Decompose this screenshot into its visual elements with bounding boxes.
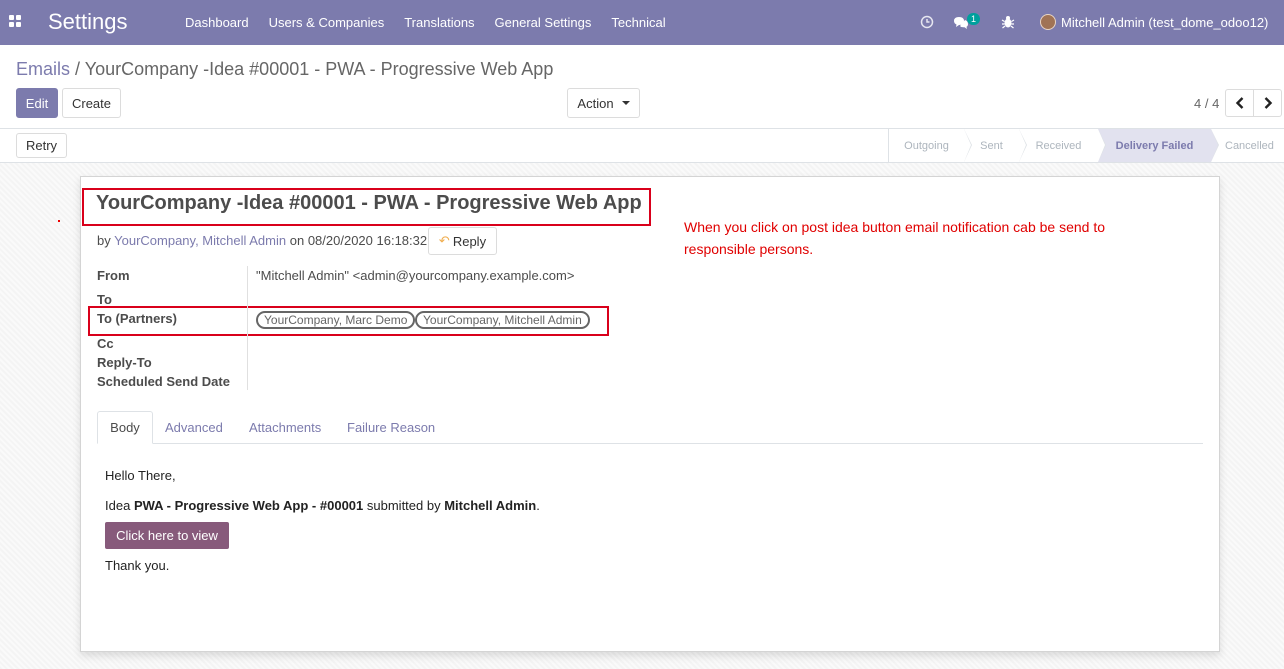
idea-separator: -: [311, 498, 317, 513]
top-navbar: Settings Dashboard Users & Companies Tra…: [0, 0, 1284, 45]
mail-subject: YourCompany -Idea #00001 - PWA - Progres…: [96, 192, 642, 214]
stage-sent[interactable]: Sent: [964, 129, 1027, 162]
pager-next-button[interactable]: [1253, 89, 1282, 117]
action-label: Action: [577, 95, 614, 111]
from-value: "Mitchell Admin" <admin@yourcompany.exam…: [256, 268, 575, 283]
status-stages: Outgoing Sent Received Delivery Failed C…: [888, 128, 1281, 163]
tab-failure-reason[interactable]: Failure Reason: [347, 411, 435, 444]
tab-body[interactable]: Body: [97, 411, 153, 444]
reply-icon: ↶: [438, 233, 450, 248]
idea-name: PWA - Progressive Web App: [133, 498, 309, 513]
idea-ref: #00001: [319, 498, 364, 513]
by-prefix: by: [97, 233, 111, 248]
apps-menu-icon[interactable]: [9, 15, 23, 29]
cc-label: Cc: [97, 336, 114, 351]
create-button[interactable]: Create: [62, 88, 121, 118]
breadcrumb-separator: /: [75, 59, 81, 79]
menu-general-settings[interactable]: General Settings: [495, 15, 592, 30]
stage-received[interactable]: Received: [1019, 129, 1106, 162]
pager-previous-button[interactable]: [1225, 89, 1254, 117]
menu-dashboard[interactable]: Dashboard: [185, 15, 249, 30]
menu-technical[interactable]: Technical: [611, 15, 665, 30]
chat-badge: 1: [967, 13, 981, 25]
tab-advanced[interactable]: Advanced: [165, 411, 223, 444]
idea-prefix: Idea: [105, 498, 131, 513]
stage-delivery-failed[interactable]: Delivery Failed: [1098, 129, 1219, 162]
from-label: From: [97, 268, 130, 283]
reply-label: Reply: [452, 233, 487, 249]
body-thanks: Thank you.: [105, 558, 170, 573]
field-divider: [247, 266, 248, 390]
caret-down-icon: [621, 101, 630, 105]
date-prefix: on: [289, 233, 305, 248]
user-menu[interactable]: Mitchell Admin (test_dome_odoo12): [1061, 15, 1268, 30]
mail-author-line: by YourCompany, Mitchell Admin on 08/20/…: [97, 233, 427, 248]
mail-date: 08/20/2020 16:18:32: [307, 233, 428, 248]
chevron-right-icon: [1264, 97, 1272, 109]
pager-value: 4 / 4: [1194, 96, 1220, 111]
clock-icon[interactable]: [920, 15, 934, 29]
idea-period: .: [536, 498, 540, 513]
breadcrumb: Emails / YourCompany -Idea #00001 - PWA …: [16, 59, 553, 80]
annotation-note: When you click on post idea button email…: [684, 219, 1106, 257]
action-dropdown[interactable]: Action: [567, 88, 640, 118]
main-menu: Dashboard Users & Companies Translations…: [185, 15, 666, 30]
mail-author[interactable]: YourCompany, Mitchell Admin: [114, 233, 286, 248]
partner-tag[interactable]: YourCompany, Marc Demo: [256, 311, 416, 329]
to-partners-label: To (Partners): [97, 311, 177, 326]
app-title: Settings: [48, 9, 128, 34]
partner-tag[interactable]: YourCompany, Mitchell Admin: [415, 311, 590, 329]
reply-to-label: Reply-To: [97, 355, 152, 370]
body-idea-line: Idea PWA - Progressive Web App - #00001 …: [105, 498, 540, 513]
breadcrumb-emails[interactable]: Emails: [16, 59, 70, 79]
tab-attachments[interactable]: Attachments: [249, 411, 321, 444]
submitter-name: Mitchell Admin: [444, 498, 537, 513]
reply-button[interactable]: ↶ Reply: [428, 227, 497, 255]
stage-outgoing[interactable]: Outgoing: [889, 129, 972, 162]
submitted-by-text: submitted by: [366, 498, 441, 513]
breadcrumb-current: YourCompany -Idea #00001 - PWA - Progres…: [84, 59, 554, 79]
annotation-dot: [58, 220, 60, 222]
chevron-left-icon: [1235, 97, 1243, 109]
user-avatar[interactable]: [1040, 14, 1056, 30]
scheduled-send-date-label: Scheduled Send Date: [97, 374, 230, 389]
retry-button[interactable]: Retry: [16, 133, 67, 158]
body-greeting: Hello There,: [105, 468, 176, 483]
menu-users-companies[interactable]: Users & Companies: [269, 15, 385, 30]
menu-translations[interactable]: Translations: [404, 15, 474, 30]
click-here-to-view-button[interactable]: Click here to view: [105, 522, 229, 549]
to-label: To: [97, 292, 112, 307]
bug-icon[interactable]: [1001, 15, 1015, 29]
edit-button[interactable]: Edit: [16, 88, 58, 118]
stage-cancelled[interactable]: Cancelled: [1211, 129, 1281, 162]
